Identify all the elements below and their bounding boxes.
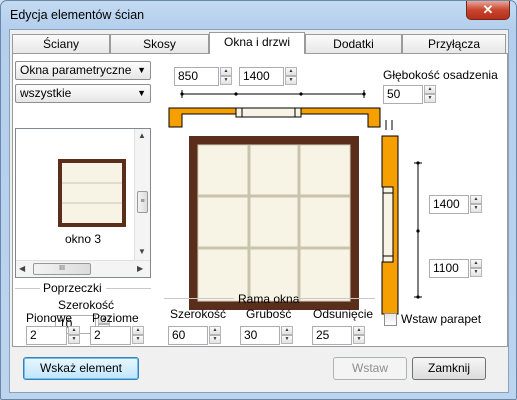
frame-offset-input[interactable]: 25 (312, 326, 352, 345)
parapet-checkbox[interactable] (384, 313, 397, 326)
scroll-right-icon[interactable]: ▶ (137, 264, 143, 273)
spin-up-icon[interactable]: ▲ (424, 85, 436, 94)
horizontal-crossbars-label: Poziome (92, 311, 139, 325)
spin-down-icon[interactable]: ▼ (220, 76, 232, 85)
offset-left-spinner[interactable]: ▲ ▼ (220, 67, 232, 86)
element-type-select[interactable]: Okna parametryczne ▼ (15, 61, 151, 80)
filter-value: wszystkie (20, 86, 72, 100)
spin-down-icon[interactable]: ▼ (353, 335, 365, 344)
crossbar-width-label: Szerokość (58, 298, 115, 312)
frame-group-label: Rama okna (238, 292, 300, 306)
offset-left-input[interactable]: 850 (174, 67, 219, 86)
spin-up-icon[interactable]: ▲ (220, 67, 232, 76)
spin-up-icon[interactable]: ▲ (470, 259, 482, 268)
window-width-spinner[interactable]: ▲ ▼ (285, 67, 297, 86)
frame-section-side (382, 186, 394, 263)
spin-up-icon[interactable]: ▲ (470, 195, 482, 204)
list-horizontal-scrollbar[interactable]: ◀ III ▶ (16, 260, 150, 277)
spin-down-icon[interactable]: ▼ (285, 76, 297, 85)
spin-down-icon[interactable]: ▼ (470, 204, 482, 213)
spin-up-icon[interactable]: ▲ (281, 326, 293, 335)
frame-thickness-input[interactable]: 30 (240, 326, 280, 345)
scroll-down-icon[interactable]: ▼ (138, 247, 146, 256)
group-divider (15, 288, 40, 289)
filter-select[interactable]: wszystkie ▼ (15, 84, 151, 103)
spin-down-icon[interactable]: ▼ (470, 268, 482, 277)
frame-width-spinner[interactable]: ▲ ▼ (209, 326, 221, 345)
tab-slopes[interactable]: Skosy (110, 34, 209, 53)
frame-thickness-label: Grubość (246, 307, 292, 321)
vertical-crossbars-label: Pionowe (26, 311, 73, 325)
element-list[interactable]: okno 3 ▲ ≡ ▼ ◀ III ▶ (15, 128, 151, 278)
parapet-label[interactable]: Wstaw parapet (401, 312, 481, 326)
spin-up-icon[interactable]: ▲ (353, 326, 365, 335)
dialog-window: Edycja elementów ścian ✕ Ściany Skosy Ok… (0, 0, 517, 400)
spin-up-icon[interactable]: ▲ (209, 326, 221, 335)
spin-up-icon[interactable]: ▲ (285, 67, 297, 76)
horizontal-crossbars-input[interactable]: 2 (90, 326, 131, 345)
sill-height-input[interactable]: 1100 (429, 259, 469, 278)
list-item-label: okno 3 (65, 232, 102, 246)
window-height-spinner[interactable]: ▲ ▼ (470, 195, 482, 214)
sill-height-spinner[interactable]: ▲ ▼ (470, 259, 482, 278)
group-divider (106, 288, 151, 289)
scroll-left-icon[interactable]: ◀ (19, 264, 25, 273)
group-divider (297, 298, 375, 299)
depth-label: Głębokość osadzenia (383, 68, 498, 82)
frame-offset-spinner[interactable]: ▲ ▼ (353, 326, 365, 345)
group-divider (164, 298, 234, 299)
tab-connections[interactable]: Przyłącza (402, 34, 506, 53)
spin-down-icon[interactable]: ▼ (424, 94, 436, 103)
vertical-crossbars-spinner[interactable]: ▲ ▼ (68, 326, 80, 345)
frame-width-label: Szerokość (170, 307, 227, 321)
tab-extras[interactable]: Dodatki (305, 34, 402, 53)
close-window-button[interactable]: ✕ (466, 1, 510, 20)
window-glass (198, 145, 350, 301)
dialog-client-area: Ściany Skosy Okna i drzwi Dodatki Przyłą… (9, 29, 509, 393)
tab-bar: Ściany Skosy Okna i drzwi Dodatki Przyłą… (12, 32, 508, 54)
frame-offset-label: Odsunięcie (313, 307, 374, 321)
window-height-input[interactable]: 1400 (429, 195, 469, 214)
spin-down-icon[interactable]: ▼ (132, 335, 144, 344)
tab-windows-doors[interactable]: Okna i drzwi (209, 32, 305, 54)
scroll-thumb[interactable]: ≡ (137, 191, 148, 213)
scroll-thumb-horizontal[interactable]: III (33, 263, 91, 275)
window-thumbnail (58, 159, 126, 227)
frame-width-input[interactable]: 60 (168, 326, 208, 345)
frame-thickness-spinner[interactable]: ▲ ▼ (281, 326, 293, 345)
list-item-window-3[interactable]: okno 3 (22, 135, 130, 246)
window-width-input[interactable]: 1400 (239, 67, 284, 86)
tab-walls[interactable]: Ściany (12, 34, 110, 53)
chevron-down-icon: ▼ (137, 88, 146, 98)
vertical-dimension-line (414, 161, 422, 299)
chevron-down-icon: ▼ (137, 65, 146, 75)
spin-down-icon[interactable]: ▼ (68, 335, 80, 344)
window-title: Edycja elementów ścian (10, 8, 145, 22)
window-preview-drawing (168, 90, 399, 315)
spin-down-icon[interactable]: ▼ (281, 335, 293, 344)
list-vertical-scrollbar[interactable]: ▲ ≡ ▼ (134, 129, 150, 260)
spin-down-icon[interactable]: ▼ (209, 335, 221, 344)
scroll-up-icon[interactable]: ▲ (138, 131, 146, 140)
frame-section-top (235, 107, 302, 118)
crossbars-group-label: Poprzeczki (43, 281, 102, 295)
insert-button[interactable]: Wstaw (333, 357, 407, 380)
spin-up-icon[interactable]: ▲ (68, 326, 80, 335)
horizontal-crossbars-spinner[interactable]: ▲ ▼ (132, 326, 144, 345)
spin-up-icon[interactable]: ▲ (132, 326, 144, 335)
element-type-value: Okna parametryczne (20, 63, 132, 77)
vertical-crossbars-input[interactable]: 2 (26, 326, 67, 345)
depth-spinner[interactable]: ▲ ▼ (424, 85, 436, 104)
show-element-button[interactable]: Wskaż element (23, 357, 139, 380)
close-button[interactable]: Zamknij (412, 357, 486, 380)
